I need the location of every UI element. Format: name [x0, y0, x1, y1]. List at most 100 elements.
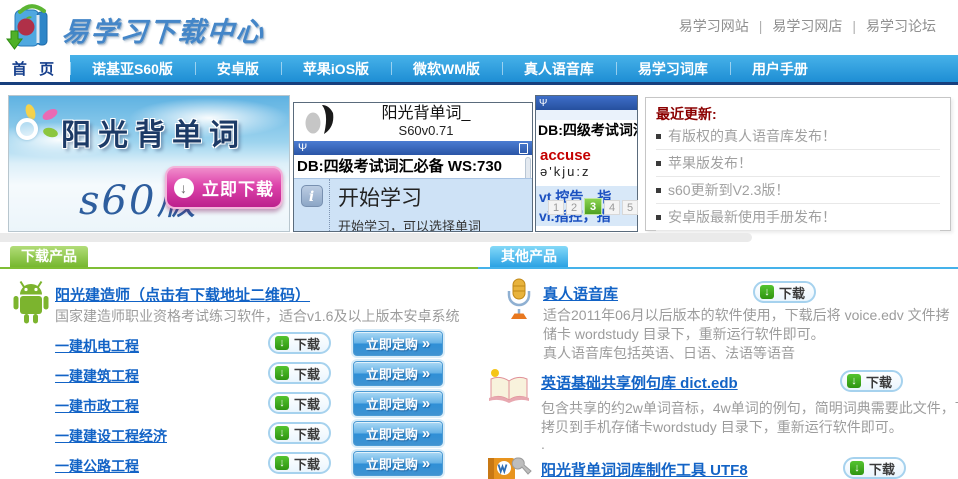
- download-arrow-icon: ↓: [760, 285, 774, 299]
- carousel-pager: 1 2 3 4 5: [548, 198, 638, 215]
- bullet-icon: [656, 161, 661, 166]
- recent-updates-title: 最近更新:: [656, 104, 940, 123]
- pager-page-4[interactable]: 4: [604, 200, 620, 215]
- item-link[interactable]: 一建市政工程: [55, 396, 139, 416]
- builder-product-link[interactable]: 阳光建造师（点击有下载地址二维码）: [55, 284, 310, 305]
- nav-ios[interactable]: 苹果iOS版: [281, 55, 391, 82]
- download-button[interactable]: ↓ 下载: [268, 452, 331, 474]
- voice-library-link[interactable]: 真人语音库: [543, 283, 618, 304]
- book-icon: [486, 368, 532, 409]
- info-icon: i: [301, 185, 323, 207]
- app-version: S60v0.71: [340, 124, 512, 139]
- chevron-right-icon: »: [422, 425, 430, 442]
- app-titles: 阳光背单词_ S60v0.71: [340, 105, 532, 138]
- nav-nokia-s60[interactable]: 诺基亚S60版: [70, 55, 195, 82]
- order-now-button[interactable]: 立即定购 »: [353, 391, 443, 416]
- app-menu: i 开始学习 开始学习，可以选择单词: [294, 178, 532, 232]
- nav-android[interactable]: 安卓版: [195, 55, 281, 82]
- download-button[interactable]: ↓ 下载: [268, 332, 331, 354]
- flower-logo-icon: [12, 104, 60, 152]
- pager-page-5[interactable]: 5: [622, 200, 638, 215]
- download-button[interactable]: ↓ 下载: [753, 281, 816, 303]
- signal-icon: Ψ: [298, 142, 307, 154]
- item-link[interactable]: 一建建设工程经济: [55, 426, 167, 446]
- download-arrow-icon: ↓: [275, 336, 289, 350]
- dict-maker-link[interactable]: 阳光背单词词库制作工具 UTF8: [541, 459, 748, 479]
- nav-dictionary[interactable]: 易学习词库: [616, 55, 730, 82]
- update-item[interactable]: 有版权的真人语音库发布！: [656, 123, 940, 150]
- download-row: 一建建筑工程 ↓ 下载 立即定购 »: [0, 360, 478, 390]
- main-nav: 首 页 诺基亚S60版 安卓版 苹果iOS版 微软WM版 真人语音库 易学习词库…: [0, 55, 958, 85]
- chevron-right-icon: »: [422, 365, 430, 382]
- sentence-library-link[interactable]: 英语基础共享例句库 dict.edb: [541, 372, 738, 393]
- banner-download-button[interactable]: ↓ 立即下载: [165, 166, 283, 209]
- others-section-underline: [478, 267, 958, 269]
- banner-download-label: 立即下载: [202, 175, 274, 200]
- voice-library-desc: 适合2011年06月以后版本的软件使用，下载后将 voice.edv 文件拷: [543, 305, 950, 325]
- phone-status-bar: Ψ: [294, 141, 532, 155]
- link-separator: |: [759, 18, 763, 34]
- download-button[interactable]: ↓ 下载: [268, 392, 331, 414]
- link-shop[interactable]: 易学习网店: [772, 16, 842, 36]
- pager-page-3-active[interactable]: 3: [584, 198, 602, 215]
- sentence-library-desc: 拷贝到手机存储卡wordstudy 目录下，重新运行软件即可。: [541, 417, 903, 437]
- nav-manual[interactable]: 用户手册: [730, 55, 830, 82]
- bullet-icon: [656, 188, 661, 193]
- download-button[interactable]: ↓ 下载: [268, 362, 331, 384]
- microphone-icon: [500, 277, 538, 326]
- order-now-button[interactable]: 立即定购 »: [353, 451, 443, 476]
- download-button[interactable]: ↓ 下载: [268, 422, 331, 444]
- link-website[interactable]: 易学习网站: [679, 16, 749, 36]
- pager-page-1[interactable]: 1: [548, 200, 564, 215]
- update-item[interactable]: 苹果版发布！: [656, 150, 940, 177]
- update-text: 安卓版最新使用手册发布！: [668, 207, 836, 227]
- menu-selected-entry: 开始学习 开始学习，可以选择单词: [330, 179, 481, 232]
- download-arrow-icon: ↓: [275, 426, 289, 440]
- download-row: 一建市政工程 ↓ 下载 立即定购 »: [0, 390, 478, 420]
- nav-wm[interactable]: 微软WM版: [391, 55, 502, 82]
- hero-carousel: 阳光背单词 s60版 ↓ 立即下载 阳光背单词_ S60v0.71: [0, 92, 958, 234]
- item-link[interactable]: 一建机电工程: [55, 336, 139, 356]
- pager-page-2[interactable]: 2: [566, 200, 582, 215]
- toolkit-icon: [486, 455, 532, 479]
- downloads-section-underline: [0, 267, 478, 269]
- update-item[interactable]: s60更新到V2.3版！: [656, 177, 940, 204]
- chevron-right-icon: »: [422, 395, 430, 412]
- menu-item-hint: 开始学习，可以选择单词: [338, 216, 481, 232]
- recent-updates-panel: 最近更新: 有版权的真人语音库发布！ 苹果版发布！ s60更新到V2.3版！ 安…: [645, 97, 951, 231]
- download-arrow-icon: ↓: [275, 366, 289, 380]
- order-now-button[interactable]: 立即定购 »: [353, 421, 443, 446]
- order-now-button[interactable]: 立即定购 »: [353, 361, 443, 386]
- item-link[interactable]: 一建建筑工程: [55, 366, 139, 386]
- update-text: 苹果版发布！: [668, 153, 752, 173]
- order-label: 立即定购: [366, 364, 418, 383]
- link-forum[interactable]: 易学习论坛: [866, 16, 936, 36]
- nav-voice-library[interactable]: 真人语音库: [502, 55, 616, 82]
- download-arrow-icon: ↓: [847, 374, 861, 388]
- scrollbar-thumb: [525, 157, 531, 178]
- nav-home[interactable]: 首 页: [0, 55, 70, 82]
- download-arrow-icon: ↓: [275, 396, 289, 410]
- order-label: 立即定购: [366, 424, 418, 443]
- update-item[interactable]: 安卓版最新使用手册发布！: [656, 204, 940, 231]
- download-label: 下载: [294, 454, 320, 473]
- downloads-section-tab: 下载产品: [10, 246, 88, 267]
- download-button[interactable]: ↓ 下载: [843, 457, 906, 479]
- phone-status-bar: Ψ: [536, 96, 637, 110]
- logo: 易学习下载中心: [6, 3, 265, 56]
- signal-icon: Ψ: [539, 98, 547, 109]
- download-button[interactable]: ↓ 下载: [840, 370, 903, 392]
- order-now-button[interactable]: 立即定购 »: [353, 331, 443, 356]
- chevron-right-icon: »: [422, 455, 430, 472]
- app-name: 阳光背单词_: [340, 105, 512, 123]
- voice-library-desc: 储卡 wordstudy 目录下，重新运行软件即可。: [543, 324, 825, 344]
- download-label: 下载: [294, 364, 320, 383]
- menu-icon-column: i: [294, 179, 330, 232]
- item-link[interactable]: 一建公路工程: [55, 456, 139, 476]
- download-label: 下载: [294, 394, 320, 413]
- page: 易学习下载中心 易学习网站 | 易学习网店 | 易学习论坛 首 页 诺基亚S60…: [0, 0, 958, 479]
- download-arrow-icon: ↓: [275, 456, 289, 470]
- download-arrow-icon: ↓: [850, 461, 864, 475]
- sentence-library-desc: .: [541, 436, 545, 452]
- download-label: 下载: [294, 334, 320, 353]
